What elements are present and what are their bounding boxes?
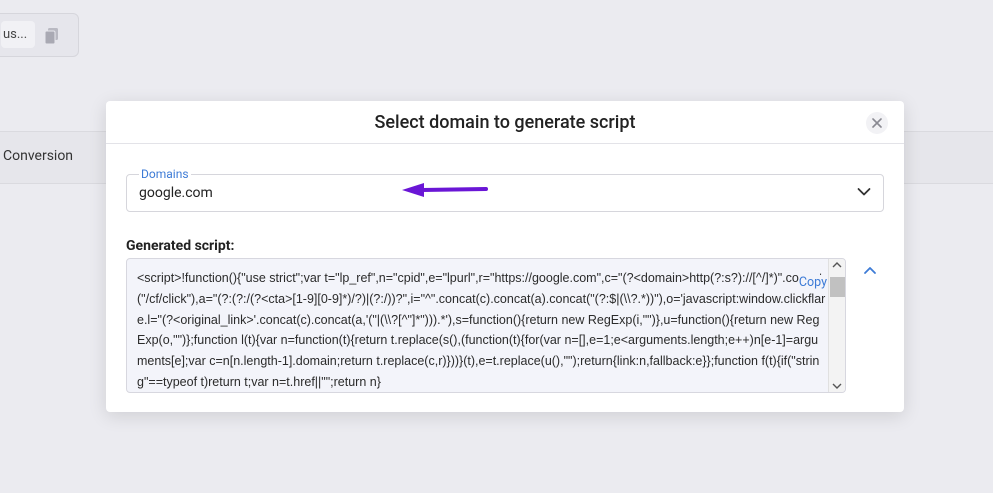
annotation-arrow-icon xyxy=(402,183,488,197)
domains-selected-value: google.com xyxy=(139,185,213,201)
modal-header: Select domain to generate script xyxy=(106,101,904,144)
scrollbar-thumb[interactable] xyxy=(830,277,845,297)
generated-script-label: Generated script: xyxy=(126,238,235,254)
copy-button[interactable]: Copy xyxy=(798,275,827,290)
domains-label: Domains xyxy=(139,167,191,181)
close-icon xyxy=(872,118,882,128)
scroll-down-icon[interactable] xyxy=(832,383,842,389)
scroll-up-icon[interactable] xyxy=(832,262,842,268)
scrollbar[interactable] xyxy=(828,259,845,392)
close-button[interactable] xyxy=(866,112,888,134)
modal-title: Select domain to generate script xyxy=(374,112,636,133)
chevron-up-icon[interactable] xyxy=(863,265,877,275)
generate-script-modal: Select domain to generate script Domains… xyxy=(106,101,904,412)
chevron-down-icon[interactable] xyxy=(857,187,871,197)
generated-script-box[interactable]: <script>!function(){"use strict";var t="… xyxy=(126,258,846,393)
domains-select[interactable]: Domains google.com xyxy=(126,167,884,212)
generated-script-text: <script>!function(){"use strict";var t="… xyxy=(137,271,826,389)
